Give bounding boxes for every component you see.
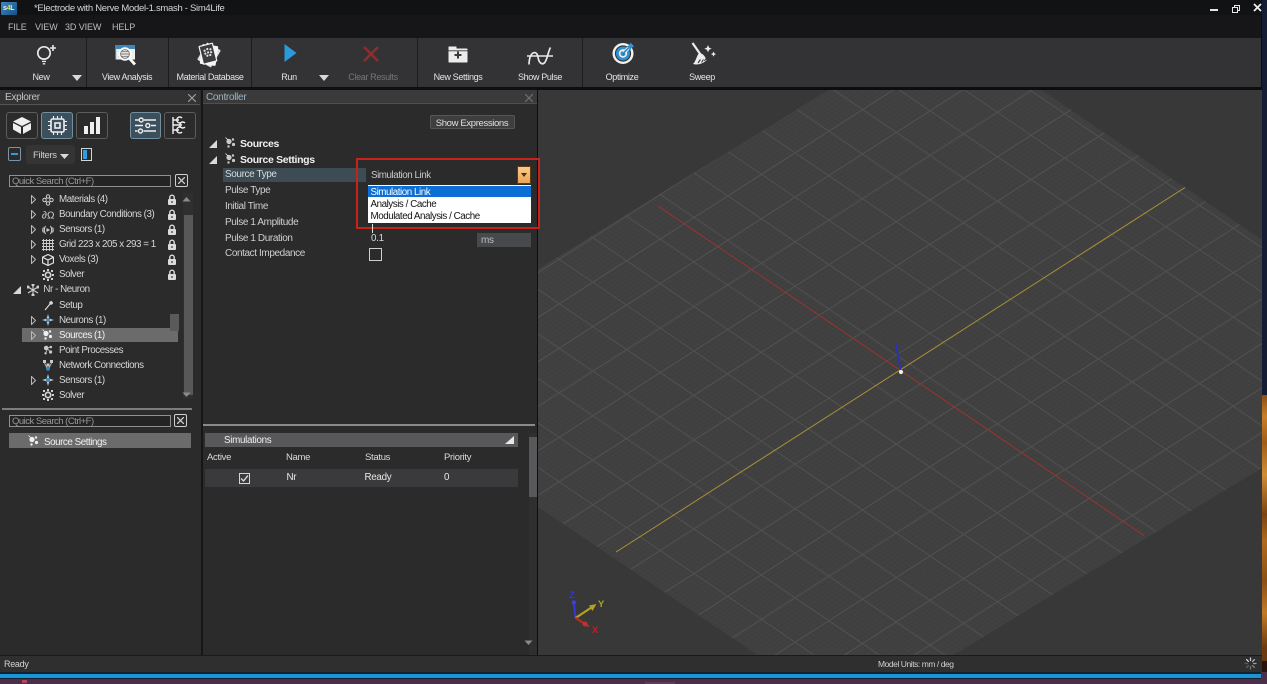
svg-text:X: X [592,625,599,636]
svg-text:Z: Z [569,590,575,601]
svg-text:Y: Y [598,599,605,610]
svg-text:∂Ω: ∂Ω [42,210,54,221]
